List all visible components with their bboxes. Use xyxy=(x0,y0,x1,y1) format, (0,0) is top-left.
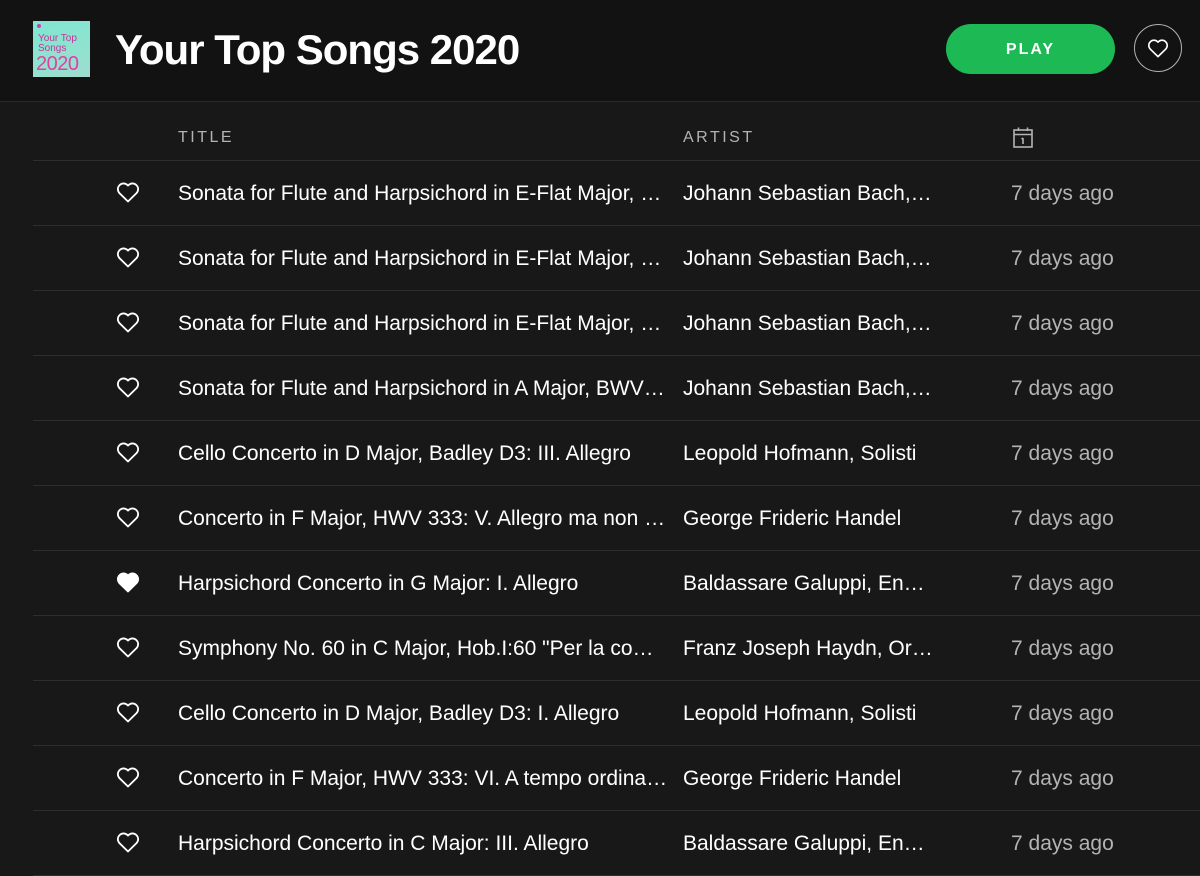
track-row[interactable]: Concerto in F Major, HWV 333: V. Allegro… xyxy=(33,486,1200,551)
track-row[interactable]: Sonata for Flute and Harpsichord in E-Fl… xyxy=(33,291,1200,356)
track-title[interactable]: Harpsichord Concerto in G Major: I. Alle… xyxy=(178,571,668,597)
track-row[interactable]: Symphony No. 60 in C Major, Hob.I:60 "Pe… xyxy=(33,616,1200,681)
heart-outline-icon[interactable] xyxy=(116,766,140,788)
track-artist[interactable]: George Frideric Handel xyxy=(683,506,933,532)
heart-outline-icon[interactable] xyxy=(116,636,140,658)
heart-outline-icon[interactable] xyxy=(116,831,140,853)
track-date-added: 7 days ago xyxy=(1011,767,1114,790)
track-title[interactable]: Concerto in F Major, HWV 333: V. Allegro… xyxy=(178,506,668,532)
playlist-cover-image[interactable]: Your Top Songs 2020 xyxy=(33,21,90,77)
track-title[interactable]: Sonata for Flute and Harpsichord in E-Fl… xyxy=(178,311,668,337)
heart-outline-icon xyxy=(1147,39,1169,58)
track-artist[interactable]: Johann Sebastian Bach, Jean-Pierre Rampa… xyxy=(683,311,933,337)
track-title[interactable]: Sonata for Flute and Harpsichord in E-Fl… xyxy=(178,181,668,207)
track-date-added: 7 days ago xyxy=(1011,442,1114,465)
track-artist[interactable]: Leopold Hofmann, Solisti xyxy=(683,441,933,467)
track-date-added: 7 days ago xyxy=(1011,377,1114,400)
heart-filled-icon[interactable] xyxy=(116,571,140,593)
track-row[interactable]: Concerto in F Major, HWV 333: VI. A temp… xyxy=(33,746,1200,811)
cover-year: 2020 xyxy=(36,53,79,75)
track-date-added: 7 days ago xyxy=(1011,637,1114,660)
track-artist[interactable]: George Frideric Handel xyxy=(683,766,933,792)
track-title[interactable]: Cello Concerto in D Major, Badley D3: I.… xyxy=(178,701,668,727)
track-row[interactable]: Sonata for Flute and Harpsichord in E-Fl… xyxy=(33,161,1200,226)
track-row[interactable]: Harpsichord Concerto in C Major: III. Al… xyxy=(33,811,1200,876)
track-title[interactable]: Sonata for Flute and Harpsichord in A Ma… xyxy=(178,376,668,402)
track-artist[interactable]: Johann Sebastian Bach, Jean-Pierre Rampa… xyxy=(683,376,933,402)
heart-outline-icon[interactable] xyxy=(116,506,140,528)
track-date-added: 7 days ago xyxy=(1011,312,1114,335)
track-artist[interactable]: Johann Sebastian Bach, Jean-Pierre Rampa… xyxy=(683,181,933,207)
track-title[interactable]: Cello Concerto in D Major, Badley D3: II… xyxy=(178,441,668,467)
track-title[interactable]: Harpsichord Concerto in C Major: III. Al… xyxy=(178,831,668,857)
save-playlist-button[interactable] xyxy=(1134,24,1182,72)
column-header-title[interactable]: TITLE xyxy=(178,128,234,148)
track-row[interactable]: Cello Concerto in D Major, Badley D3: I.… xyxy=(33,681,1200,746)
heart-outline-icon[interactable] xyxy=(116,376,140,398)
track-date-added: 7 days ago xyxy=(1011,702,1114,725)
track-title[interactable]: Concerto in F Major, HWV 333: VI. A temp… xyxy=(178,766,668,792)
heart-outline-icon[interactable] xyxy=(116,441,140,463)
track-row[interactable]: Harpsichord Concerto in G Major: I. Alle… xyxy=(33,551,1200,616)
track-title[interactable]: Symphony No. 60 in C Major, Hob.I:60 "Pe… xyxy=(178,636,668,662)
track-row[interactable]: Sonata for Flute and Harpsichord in A Ma… xyxy=(33,356,1200,421)
track-title[interactable]: Sonata for Flute and Harpsichord in E-Fl… xyxy=(178,246,668,272)
track-list: Sonata for Flute and Harpsichord in E-Fl… xyxy=(0,161,1200,876)
playlist-title: Your Top Songs 2020 xyxy=(115,26,520,73)
calendar-icon[interactable] xyxy=(1012,127,1034,149)
playlist-header: Your Top Songs 2020 Your Top Songs 2020 … xyxy=(0,0,1200,102)
track-date-added: 7 days ago xyxy=(1011,832,1114,855)
heart-outline-icon[interactable] xyxy=(116,701,140,723)
track-artist[interactable]: Franz Joseph Haydn, Orchestra xyxy=(683,636,933,662)
track-row[interactable]: Sonata for Flute and Harpsichord in E-Fl… xyxy=(33,226,1200,291)
track-artist[interactable]: Johann Sebastian Bach, Jean-Pierre Rampa… xyxy=(683,246,933,272)
heart-outline-icon[interactable] xyxy=(116,246,140,268)
track-date-added: 7 days ago xyxy=(1011,182,1114,205)
track-row[interactable]: Cello Concerto in D Major, Badley D3: II… xyxy=(33,421,1200,486)
track-date-added: 7 days ago xyxy=(1011,572,1114,595)
play-button[interactable]: PLAY xyxy=(946,24,1115,74)
track-artist[interactable]: Baldassare Galuppi, Ensemble xyxy=(683,831,933,857)
spotify-logo-icon xyxy=(37,24,41,28)
heart-outline-icon[interactable] xyxy=(116,311,140,333)
track-date-added: 7 days ago xyxy=(1011,247,1114,270)
track-artist[interactable]: Leopold Hofmann, Solisti xyxy=(683,701,933,727)
track-date-added: 7 days ago xyxy=(1011,507,1114,530)
heart-outline-icon[interactable] xyxy=(116,181,140,203)
track-artist[interactable]: Baldassare Galuppi, Ensemble xyxy=(683,571,933,597)
column-header-artist[interactable]: ARTIST xyxy=(683,128,755,148)
